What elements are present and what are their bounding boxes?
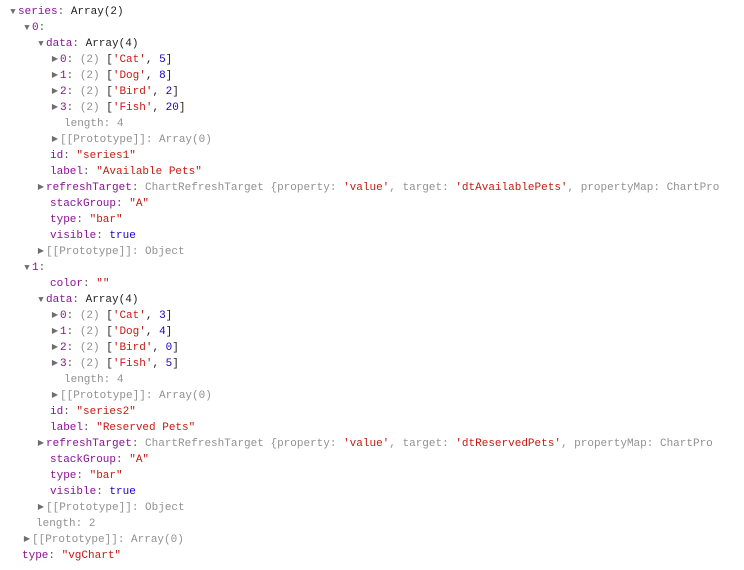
chevron-down-icon[interactable] [8, 4, 18, 21]
key-index-0: 0 [32, 20, 39, 36]
chevron-right-icon[interactable] [22, 532, 32, 548]
chevron-right-icon[interactable] [36, 500, 46, 516]
s1-d3[interactable]: 3: (2) ['Fish', 5] [8, 356, 744, 372]
s0-proto[interactable]: [[Prototype]]: Object [8, 244, 744, 260]
s0-d3[interactable]: 3: (2) ['Fish', 20] [8, 100, 744, 116]
s0-d2[interactable]: 2: (2) ['Bird', 2] [8, 84, 744, 100]
chevron-down-icon[interactable] [22, 260, 32, 277]
chevron-right-icon[interactable] [50, 52, 60, 68]
chevron-right-icon[interactable] [50, 388, 60, 404]
chevron-down-icon[interactable] [36, 36, 46, 53]
s1-data-proto[interactable]: [[Prototype]]: Array(0) [8, 388, 744, 404]
s0-data-row[interactable]: data: Array(4) [8, 36, 744, 52]
s0-visible: visible: true [8, 228, 744, 244]
s0-refreshTarget[interactable]: refreshTarget: ChartRefreshTarget { prop… [8, 180, 744, 196]
data-preview: Array(4) [86, 36, 139, 52]
chevron-right-icon[interactable] [36, 436, 46, 452]
s1-id: id: "series2" [8, 404, 744, 420]
s1-data-length: length: 4 [8, 372, 744, 388]
s1-d2[interactable]: 2: (2) ['Bird', 0] [8, 340, 744, 356]
chevron-right-icon[interactable] [50, 340, 60, 356]
chevron-right-icon[interactable] [50, 84, 60, 100]
s1-visible: visible: true [8, 484, 744, 500]
s1-proto[interactable]: [[Prototype]]: Object [8, 500, 744, 516]
s0-label: label: "Available Pets" [8, 164, 744, 180]
s0-id: id: "series1" [8, 148, 744, 164]
chevron-right-icon[interactable] [50, 324, 60, 340]
series-0-row[interactable]: 0: [8, 20, 744, 36]
s0-d1[interactable]: 1: (2) ['Dog', 8] [8, 68, 744, 84]
key-data: data [46, 36, 72, 52]
series-length: length: 2 [8, 516, 744, 532]
series-1-row[interactable]: 1: [8, 260, 744, 276]
s0-data-proto[interactable]: [[Prototype]]: Array(0) [8, 132, 744, 148]
chevron-down-icon[interactable] [36, 292, 46, 309]
s1-label: label: "Reserved Pets" [8, 420, 744, 436]
s1-data-row[interactable]: data: Array(4) [8, 292, 744, 308]
chevron-right-icon[interactable] [50, 68, 60, 84]
s0-type: type: "bar" [8, 212, 744, 228]
s1-d1[interactable]: 1: (2) ['Dog', 4] [8, 324, 744, 340]
chevron-right-icon[interactable] [50, 100, 60, 116]
s1-type: type: "bar" [8, 468, 744, 484]
chevron-down-icon[interactable] [22, 20, 32, 37]
series-row[interactable]: series: Array(2) [8, 4, 744, 20]
chevron-right-icon[interactable] [50, 308, 60, 324]
s0-data-length: length: 4 [8, 116, 744, 132]
chevron-right-icon[interactable] [36, 180, 46, 196]
series-proto[interactable]: [[Prototype]]: Array(0) [8, 532, 744, 548]
object-tree: series: Array(2) 0: data: Array(4) 0: (2… [0, 0, 744, 570]
s1-color: color: "" [8, 276, 744, 292]
type-row: type: "vgChart" [8, 548, 744, 564]
s1-stackGroup: stackGroup: "A" [8, 452, 744, 468]
key-series: series [18, 4, 58, 20]
s0-d0[interactable]: 0: (2) ['Cat', 5] [8, 52, 744, 68]
chevron-right-icon[interactable] [50, 356, 60, 372]
s1-refreshTarget[interactable]: refreshTarget: ChartRefreshTarget { prop… [8, 436, 744, 452]
key-index-1: 1 [32, 260, 39, 276]
series-preview: Array(2) [71, 4, 124, 20]
s0-stackGroup: stackGroup: "A" [8, 196, 744, 212]
chevron-right-icon[interactable] [36, 244, 46, 260]
s1-d0[interactable]: 0: (2) ['Cat', 3] [8, 308, 744, 324]
chevron-right-icon[interactable] [50, 132, 60, 148]
